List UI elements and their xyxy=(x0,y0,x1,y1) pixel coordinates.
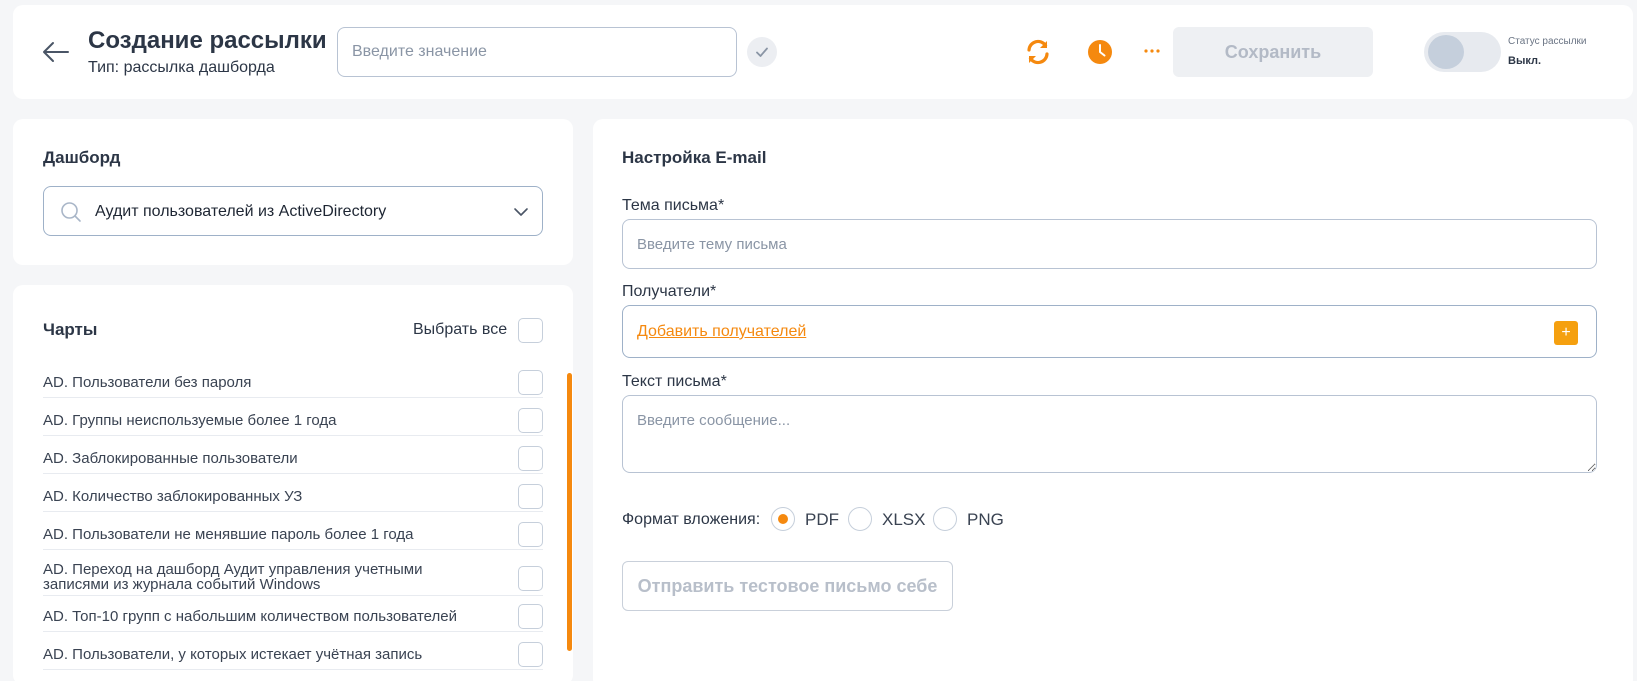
format-xlsx-label: XLSX xyxy=(882,510,926,529)
chart-list-item: AD. Группы неиспользуемые более 1 года xyxy=(43,408,543,436)
chart-item-label: AD. Заблокированные пользователи xyxy=(43,450,298,467)
chart-item-label: AD. Количество заблокированных УЗ xyxy=(43,488,303,505)
chart-item-checkbox[interactable] xyxy=(518,604,543,629)
chart-item-label: AD. Группы неиспользуемые более 1 года xyxy=(43,412,337,429)
chart-list-item: AD. Количество заблокированных УЗ xyxy=(43,484,543,512)
format-png-label: PNG xyxy=(967,510,1004,529)
email-section-title: Настройка E-mail xyxy=(622,148,767,167)
recipients-label: Получатели* xyxy=(622,283,717,300)
toggle-knob xyxy=(1428,35,1464,69)
chart-list-item: AD. Топ-10 групп с набольшим количеством… xyxy=(43,604,543,632)
chart-item-label: AD. Пользователи не менявшие пароль боле… xyxy=(43,526,414,543)
plus-icon[interactable]: + xyxy=(1554,321,1578,345)
back-button[interactable] xyxy=(40,36,72,68)
subject-input[interactable] xyxy=(622,219,1597,269)
status-value: Выкл. xyxy=(1508,55,1542,67)
more-options-button[interactable] xyxy=(1143,44,1161,58)
select-all-label: Выбрать все xyxy=(413,321,508,338)
page-title: Создание рассылки xyxy=(88,27,327,54)
charts-scrollbar[interactable] xyxy=(567,373,572,651)
dashboard-selected-value: Аудит пользователей из ActiveDirectory xyxy=(95,203,387,220)
mailing-name-input[interactable] xyxy=(337,27,737,77)
dashboard-section-title: Дашборд xyxy=(43,148,121,167)
select-all-checkbox[interactable] xyxy=(518,318,543,343)
format-radio-xlsx[interactable] xyxy=(848,507,872,531)
clock-icon xyxy=(1088,40,1112,64)
chart-item-label: AD. Переход на дашборд Аудит управления … xyxy=(43,561,423,593)
chart-list-item: AD. Переход на дашборд Аудит управления … xyxy=(43,560,543,596)
dashboard-select[interactable]: Аудит пользователей из ActiveDirectory xyxy=(43,186,543,236)
chart-item-label: AD. Топ-10 групп с набольшим количеством… xyxy=(43,608,458,625)
page-subtitle: Тип: рассылка дашборда xyxy=(88,59,275,76)
search-icon xyxy=(61,202,81,222)
format-pdf-label: PDF xyxy=(805,510,839,529)
recipients-field: Добавить получателей + xyxy=(622,305,1597,358)
status-toggle[interactable] xyxy=(1424,32,1501,72)
chart-list-item: AD. Пользователи не менявшие пароль боле… xyxy=(43,522,543,550)
chart-item-checkbox[interactable] xyxy=(518,446,543,471)
attachment-format-label: Формат вложения: xyxy=(622,511,761,528)
add-recipients-link[interactable]: Добавить получателей xyxy=(637,323,806,341)
status-label: Статус рассылки xyxy=(1508,36,1587,47)
chevron-down-icon xyxy=(514,208,528,216)
message-textarea[interactable] xyxy=(622,395,1597,473)
format-radio-pdf[interactable] xyxy=(771,507,795,531)
confirm-name-button[interactable] xyxy=(747,37,777,67)
refresh-button[interactable] xyxy=(1023,37,1053,67)
check-icon xyxy=(756,47,768,57)
refresh-icon xyxy=(1027,39,1049,65)
chart-list-item: AD. Заблокированные пользователи xyxy=(43,446,543,474)
chart-item-checkbox[interactable] xyxy=(518,408,543,433)
chart-item-checkbox[interactable] xyxy=(518,566,543,591)
message-label: Текст письма* xyxy=(622,373,727,390)
chart-list-item: AD. Пользователи, у которых истекает учё… xyxy=(43,642,543,670)
chart-item-checkbox[interactable] xyxy=(518,370,543,395)
chart-list-item: AD. Пользователи без пароля xyxy=(43,370,543,398)
arrow-left-icon xyxy=(43,42,69,62)
chart-item-checkbox[interactable] xyxy=(518,642,543,667)
chart-item-label: AD. Пользователи, у которых истекает учё… xyxy=(43,646,423,663)
chart-item-label: AD. Пользователи без пароля xyxy=(43,374,252,391)
schedule-button[interactable] xyxy=(1087,39,1113,65)
more-dots-icon xyxy=(1144,49,1160,53)
chart-item-checkbox[interactable] xyxy=(518,484,543,509)
charts-section-title: Чарты xyxy=(43,320,98,339)
format-radio-png[interactable] xyxy=(933,507,957,531)
save-button[interactable]: Сохранить xyxy=(1173,27,1373,77)
subject-label: Тема письма* xyxy=(622,197,725,214)
chart-item-checkbox[interactable] xyxy=(518,522,543,547)
send-test-email-button[interactable]: Отправить тестовое письмо себе xyxy=(622,561,953,611)
